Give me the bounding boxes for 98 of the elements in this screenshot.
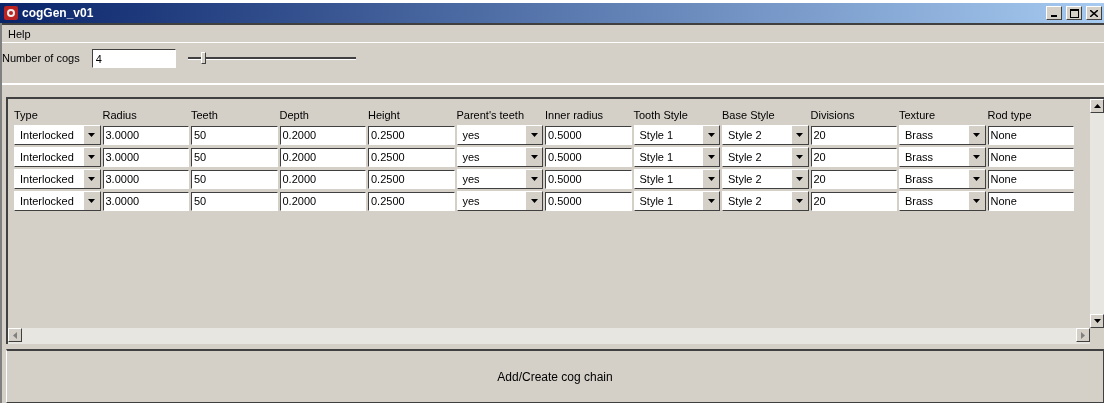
input-field[interactable]: 20	[810, 169, 897, 189]
column-header: Height	[368, 108, 401, 121]
field-label: Number of cogs	[2, 51, 80, 64]
input-field[interactable]: 0.5000	[545, 147, 632, 167]
caret-icon	[530, 177, 538, 181]
input-field[interactable]: 50	[191, 147, 278, 167]
caret-icon	[530, 199, 538, 203]
dropdown[interactable]: Style 2	[722, 169, 809, 189]
caret-icon	[530, 133, 538, 137]
dropdown[interactable]: Style 2	[722, 125, 809, 145]
dropdown[interactable]: Brass	[899, 147, 986, 167]
input-field[interactable]: None	[987, 125, 1074, 145]
dropdown[interactable]: Brass	[899, 125, 986, 145]
dropdown[interactable]: Style 1	[633, 147, 720, 167]
up-arrow-icon	[1093, 104, 1101, 108]
create-button[interactable]: Add/Create cog chain	[6, 349, 1104, 403]
input-field[interactable]: 3.0000	[102, 169, 189, 189]
dropdown[interactable]: Style 2	[722, 191, 809, 211]
dropdown[interactable]: Interlocked	[14, 147, 101, 167]
caret-icon	[707, 155, 715, 159]
caret-icon	[973, 133, 980, 137]
input-field[interactable]: 50	[191, 169, 278, 189]
maximize-button[interactable]	[1066, 6, 1082, 20]
dropdown[interactable]: Interlocked	[14, 125, 101, 145]
input-field[interactable]: 0.5000	[545, 191, 632, 211]
input-field[interactable]: 3.0000	[102, 147, 189, 167]
caret-icon	[88, 155, 95, 159]
dropdown[interactable]: Brass	[899, 191, 986, 211]
column-header: Texture	[899, 108, 937, 121]
input-field[interactable]: 0.2500	[368, 169, 455, 189]
input-field[interactable]: 50	[191, 125, 278, 145]
caret-icon	[707, 133, 715, 137]
column-header: Inner radius	[545, 108, 605, 121]
column-header: Base Style	[722, 108, 776, 121]
down-arrow-icon	[1093, 319, 1101, 323]
dropdown[interactable]: Style 1	[633, 191, 720, 211]
dropdown[interactable]: yes	[456, 125, 543, 145]
menu-item[interactable]: Help	[6, 27, 33, 40]
dropdown[interactable]: yes	[456, 169, 543, 189]
input-field[interactable]: 3.0000	[102, 191, 189, 211]
cog-count-field[interactable]: 4	[91, 49, 176, 68]
minimize-button[interactable]	[1046, 6, 1062, 20]
column-header: Depth	[279, 108, 310, 121]
caret-icon	[973, 177, 980, 181]
caret-icon	[973, 199, 980, 203]
dropdown[interactable]: Style 1	[633, 169, 720, 189]
column-header: Type	[14, 108, 39, 121]
caret-icon	[88, 133, 95, 137]
caret-icon	[530, 155, 538, 159]
input-field[interactable]: 0.5000	[545, 125, 632, 145]
input-field[interactable]: 3.0000	[102, 125, 189, 145]
dropdown[interactable]: Interlocked	[14, 191, 101, 211]
input-field[interactable]: None	[987, 191, 1074, 211]
input-field[interactable]: 0.5000	[545, 169, 632, 189]
caret-icon	[796, 155, 803, 159]
input-field[interactable]: 0.2000	[279, 125, 366, 145]
input-field[interactable]: 20	[810, 147, 897, 167]
vertical-scrollbar[interactable]	[1090, 99, 1104, 328]
left-arrow-icon	[13, 331, 17, 339]
maximize-icon	[1069, 8, 1079, 18]
input-field[interactable]: 0.2000	[279, 169, 366, 189]
input-field[interactable]: 0.2500	[368, 191, 455, 211]
column-header: Rod type	[987, 108, 1033, 121]
caret-icon	[707, 177, 715, 181]
dropdown[interactable]: Interlocked	[14, 169, 101, 189]
input-field[interactable]: 0.2500	[368, 125, 455, 145]
dropdown[interactable]: yes	[456, 191, 543, 211]
caret-icon	[973, 155, 980, 159]
input-field[interactable]: None	[987, 169, 1074, 189]
horizontal-scrollbar[interactable]	[8, 328, 1090, 344]
input-field[interactable]: None	[987, 147, 1074, 167]
dropdown[interactable]: Style 1	[633, 125, 720, 145]
column-header: Parent's teeth	[456, 108, 526, 121]
caret-icon	[796, 199, 803, 203]
input-field[interactable]: 0.2500	[368, 147, 455, 167]
dropdown[interactable]: Brass	[899, 169, 986, 189]
column-header: Tooth Style	[633, 108, 689, 121]
window-title: cogGen_v01	[22, 6, 95, 20]
column-header: Teeth	[191, 108, 219, 121]
dropdown[interactable]: yes	[456, 147, 543, 167]
input-field[interactable]: 20	[810, 125, 897, 145]
dropdown[interactable]: Style 2	[722, 147, 809, 167]
close-button[interactable]	[1086, 6, 1102, 20]
caret-icon	[88, 199, 95, 203]
input-field[interactable]: 0.2000	[279, 191, 366, 211]
caret-icon	[88, 177, 95, 181]
app-icon	[4, 6, 18, 20]
input-field[interactable]: 0.2000	[279, 147, 366, 167]
caret-icon	[707, 199, 715, 203]
input-field[interactable]: 20	[810, 191, 897, 211]
input-field[interactable]: 50	[191, 191, 278, 211]
close-icon	[1090, 9, 1098, 17]
caret-icon	[796, 133, 803, 137]
cog-count-slider[interactable]	[187, 52, 356, 64]
caret-icon	[796, 177, 803, 181]
column-header: Radius	[102, 108, 138, 121]
right-arrow-icon	[1081, 331, 1085, 339]
column-header: Divisions	[810, 108, 856, 121]
